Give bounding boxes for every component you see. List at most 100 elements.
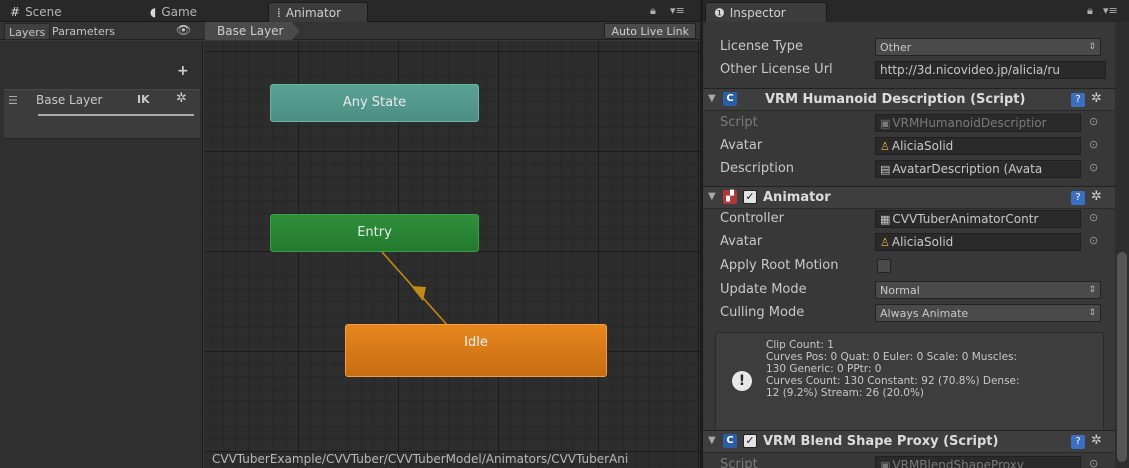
humanoid-script-field: ▣ VRMHumanoidDescriptior xyxy=(875,114,1081,132)
breadcrumb[interactable]: Base Layer xyxy=(205,22,300,40)
chevron-updown-icon: ⇕ xyxy=(1088,42,1096,52)
object-picker-icon[interactable]: ⊙ xyxy=(1089,161,1098,174)
object-picker-icon[interactable]: ⊙ xyxy=(1089,115,1098,128)
component-gear-icon[interactable]: ✲ xyxy=(1091,433,1102,448)
script-file-icon: ▣ xyxy=(880,117,891,130)
humanoid-avatar-row: Avatar ♙ AliciaSolid ⊙ xyxy=(703,135,1116,158)
update-mode-value: Normal xyxy=(880,284,920,297)
eye-icon[interactable]: 👁︎ xyxy=(172,22,195,39)
culling-mode-value: Always Animate xyxy=(880,307,969,320)
animator-icon: ⁞ xyxy=(277,5,281,20)
animator-enabled-checkbox[interactable]: ✓ xyxy=(743,190,757,204)
gear-icon[interactable]: ✲ xyxy=(176,91,187,106)
license-type-row: License Type Other ⇕ xyxy=(703,36,1116,59)
script-file-icon: ▣ xyxy=(880,459,891,468)
blend-shape-script-field: ▣ VRMBlendShapeProxy xyxy=(875,456,1081,468)
description-label: Description xyxy=(720,161,795,176)
object-picker-icon[interactable]: ⊙ xyxy=(1089,211,1098,224)
inspector-scrollbar[interactable] xyxy=(1115,22,1129,468)
culling-mode-label: Culling Mode xyxy=(720,305,805,320)
layer-weight-bar xyxy=(38,114,194,116)
state-any-state[interactable]: Any State xyxy=(270,84,479,122)
tab-layers[interactable]: Layers xyxy=(4,23,51,40)
controller-label: Controller xyxy=(720,211,784,226)
humanoid-description-header[interactable]: ▼ C VRM Humanoid Description (Script) ? … xyxy=(703,88,1116,111)
tab-scene-label: Scene xyxy=(25,5,62,19)
controller-path: CVVTuberExample/CVVTuber/CVVTuberModel/A… xyxy=(212,452,629,466)
inspector-lock-icon[interactable]: 🔒︎ xyxy=(1087,4,1093,18)
component-gear-icon[interactable]: ✲ xyxy=(1091,189,1102,204)
animator-avatar-field[interactable]: ♙ AliciaSolid xyxy=(875,233,1081,251)
avatar-figure-icon: ♙ xyxy=(880,236,890,249)
controller-value: CVVTuberAnimatorContr xyxy=(892,212,1039,226)
scrollbar-thumb[interactable] xyxy=(1117,252,1127,462)
controller-field[interactable]: ▦ CVVTuberAnimatorContr xyxy=(875,210,1081,228)
object-picker-icon[interactable]: ⊙ xyxy=(1089,234,1098,247)
blend-shape-proxy-header[interactable]: ▼ C ✓ VRM Blend Shape Proxy (Script) ? ✲ xyxy=(703,430,1116,453)
help-icon[interactable]: ? xyxy=(1071,93,1085,107)
license-type-value: Other xyxy=(880,41,912,54)
tab-game[interactable]: ◖ Game xyxy=(142,2,205,22)
description-row: Description ▤ AvatarDescription (Avata ⊙ xyxy=(703,158,1116,181)
apply-root-motion-row: Apply Root Motion xyxy=(703,255,1116,278)
left-tab-bar: # Scene ◖ Game ⁞ Animator 🔒︎ ▾≡ xyxy=(0,0,700,22)
lock-icon[interactable]: 🔒︎ xyxy=(650,4,656,18)
blend-shape-script-value: VRMBlendShapeProxy xyxy=(892,458,1024,468)
update-mode-label: Update Mode xyxy=(720,282,807,297)
foldout-arrow-icon[interactable]: ▼ xyxy=(708,191,716,202)
help-icon[interactable]: ? xyxy=(1071,191,1085,205)
animator-avatar-value: AliciaSolid xyxy=(891,235,954,249)
tab-scene[interactable]: # Scene xyxy=(2,2,70,22)
humanoid-script-row: Script ▣ VRMHumanoidDescriptior ⊙ xyxy=(703,112,1116,135)
blend-shape-enabled-checkbox[interactable]: ✓ xyxy=(743,434,757,448)
tab-inspector[interactable]: ❶ Inspector xyxy=(705,2,827,22)
tab-inspector-label: Inspector xyxy=(729,5,786,20)
help-icon[interactable]: ? xyxy=(1071,435,1085,449)
window-menu-icon[interactable]: ▾≡ xyxy=(670,4,685,17)
drag-handle-icon[interactable]: ☰ xyxy=(8,94,18,107)
auto-live-link-button[interactable]: Auto Live Link xyxy=(604,23,696,39)
inspector-tab-bar: ❶ Inspector 🔒︎ ▾≡ xyxy=(703,0,1129,22)
animator-info-text: Clip Count: 1 Curves Pos: 0 Quat: 0 Eule… xyxy=(766,339,1020,399)
state-idle[interactable]: Idle xyxy=(345,324,607,377)
object-picker-icon[interactable]: ⊙ xyxy=(1089,457,1098,468)
animator-component-title: Animator xyxy=(763,190,831,205)
animator-info-box: ! Clip Count: 1 Curves Pos: 0 Quat: 0 Eu… xyxy=(715,332,1104,438)
state-entry[interactable]: Entry xyxy=(270,214,479,252)
inspector-menu-icon[interactable]: ▾≡ xyxy=(1103,4,1118,17)
humanoid-avatar-label: Avatar xyxy=(720,138,763,153)
component-gear-icon[interactable]: ✲ xyxy=(1091,91,1102,106)
humanoid-script-label: Script xyxy=(720,115,758,130)
blend-shape-proxy-title: VRM Blend Shape Proxy (Script) xyxy=(763,434,999,449)
license-type-dropdown[interactable]: Other ⇕ xyxy=(875,38,1101,56)
update-mode-dropdown[interactable]: Normal ⇕ xyxy=(875,281,1101,299)
humanoid-script-value: VRMHumanoidDescriptior xyxy=(892,116,1047,130)
tab-animator[interactable]: ⁞ Animator xyxy=(268,2,368,22)
animator-component-header[interactable]: ▼ ▞ ✓ Animator ? ✲ xyxy=(703,186,1116,209)
state-machine-graph[interactable]: Any State Entry Idle CVVTuberExample/CVV… xyxy=(204,41,700,468)
foldout-arrow-icon[interactable]: ▼ xyxy=(708,435,716,446)
csharp-script-icon: C xyxy=(723,434,737,448)
other-license-url-row: Other License Url http://3d.nicovideo.jp… xyxy=(703,59,1116,82)
info-circle-icon: ❶ xyxy=(714,5,725,20)
add-layer-button[interactable]: + xyxy=(177,63,189,79)
tab-parameters[interactable]: Parameters xyxy=(48,23,119,40)
tab-game-label: Game xyxy=(161,5,198,19)
update-mode-row: Update Mode Normal ⇕ xyxy=(703,279,1116,302)
foldout-arrow-icon[interactable]: ▼ xyxy=(708,93,716,104)
object-picker-icon[interactable]: ⊙ xyxy=(1089,138,1098,151)
chevron-updown-icon: ⇕ xyxy=(1088,285,1096,295)
description-field[interactable]: ▤ AvatarDescription (Avata xyxy=(875,160,1081,178)
other-license-url-field[interactable]: http://3d.nicovideo.jp/alicia/ru xyxy=(875,61,1106,79)
other-license-url-label: Other License Url xyxy=(720,62,833,77)
humanoid-avatar-field[interactable]: ♙ AliciaSolid xyxy=(875,137,1081,155)
layer-row-base-layer[interactable]: ☰ Base Layer IK ✲ xyxy=(4,89,200,139)
apply-root-motion-checkbox[interactable] xyxy=(877,259,891,273)
layers-panel: + ☰ Base Layer IK ✲ xyxy=(0,41,203,468)
culling-mode-dropdown[interactable]: Always Animate ⇕ xyxy=(875,304,1101,322)
description-value: AvatarDescription (Avata xyxy=(892,162,1043,176)
info-exclamation-icon: ! xyxy=(732,371,752,391)
blend-shape-script-row: Script ▣ VRMBlendShapeProxy ⊙ xyxy=(703,454,1116,468)
avatar-figure-icon: ♙ xyxy=(880,140,890,153)
asset-file-icon: ▤ xyxy=(880,163,891,176)
